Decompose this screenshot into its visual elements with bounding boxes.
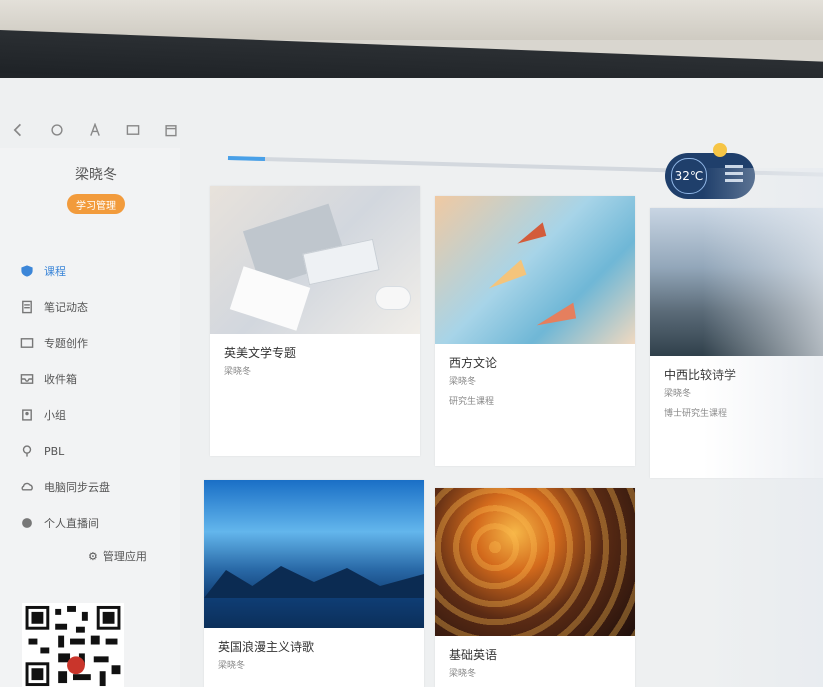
course-card[interactable]: 中西比较诗学 梁晓冬 博士研究生课程 bbox=[650, 208, 823, 478]
pin-icon bbox=[20, 444, 34, 458]
course-title: 基础英语 bbox=[449, 648, 498, 662]
sidebar: 梁晓冬 学习管理 课程 笔记动态 专题创作 收件箱 小组 PBL 电脑同步云盘 … bbox=[0, 148, 180, 687]
live-icon bbox=[20, 516, 34, 530]
course-author: 梁晓冬 bbox=[218, 661, 246, 671]
sidebar-item-label: 课程 bbox=[44, 265, 66, 278]
sun-icon bbox=[713, 143, 727, 157]
sidebar-nav: 课程 笔记动态 专题创作 收件箱 小组 PBL 电脑同步云盘 个人直播间 bbox=[20, 253, 180, 541]
course-title: 西方文论 bbox=[449, 356, 498, 370]
user-name: 梁晓冬 bbox=[75, 167, 117, 183]
course-cover-image bbox=[435, 196, 635, 344]
course-author: 梁晓冬 bbox=[449, 377, 477, 387]
sidebar-item-groups[interactable]: 小组 bbox=[20, 397, 180, 433]
folder-icon bbox=[20, 336, 34, 350]
sidebar-item-label: 专题创作 bbox=[44, 337, 88, 350]
course-author: 梁晓冬 bbox=[664, 389, 692, 399]
sidebar-item-live[interactable]: 个人直播间 bbox=[20, 505, 180, 541]
course-subtitle: 博士研究生课程 bbox=[664, 409, 728, 419]
font-icon[interactable] bbox=[86, 121, 104, 139]
qr-code bbox=[22, 603, 124, 687]
role-badge[interactable]: 学习管理 bbox=[67, 194, 125, 214]
course-title: 英国浪漫主义诗歌 bbox=[218, 640, 315, 654]
manage-apps-label: 管理应用 bbox=[102, 550, 147, 563]
course-cover-image bbox=[435, 488, 635, 636]
progress-fill bbox=[227, 156, 265, 162]
sidebar-item-topics[interactable]: 专题创作 bbox=[20, 325, 180, 361]
course-title: 英美文学专题 bbox=[224, 346, 297, 360]
back-icon[interactable] bbox=[10, 121, 28, 139]
refresh-icon[interactable] bbox=[48, 121, 66, 139]
manage-apps-button[interactable]: ⚙ 管理应用 bbox=[88, 548, 147, 564]
course-card[interactable]: 基础英语 梁晓冬 bbox=[435, 488, 635, 687]
course-title: 中西比较诗学 bbox=[664, 368, 737, 382]
sidebar-item-label: 个人直播间 bbox=[44, 517, 99, 530]
course-author: 梁晓冬 bbox=[224, 367, 252, 377]
top-toolbar bbox=[0, 110, 230, 150]
sidebar-item-label: 收件箱 bbox=[44, 373, 77, 386]
sidebar-item-label: 笔记动态 bbox=[44, 301, 88, 314]
calendar-icon[interactable] bbox=[162, 121, 180, 139]
sidebar-item-label: 小组 bbox=[44, 409, 66, 422]
course-card[interactable]: 英美文学专题 梁晓冬 bbox=[210, 186, 420, 456]
sidebar-item-inbox[interactable]: 收件箱 bbox=[20, 361, 180, 397]
sidebar-item-label: 电脑同步云盘 bbox=[44, 481, 110, 494]
course-card[interactable]: 英国浪漫主义诗歌 梁晓冬 bbox=[204, 480, 424, 687]
group-icon bbox=[20, 408, 34, 422]
gear-icon: ⚙ bbox=[88, 549, 98, 563]
course-card[interactable]: 西方文论 梁晓冬 研究生课程 bbox=[435, 196, 635, 466]
window-icon[interactable] bbox=[124, 121, 142, 139]
sidebar-item-cloud[interactable]: 电脑同步云盘 bbox=[20, 469, 180, 505]
sidebar-item-pbl[interactable]: PBL bbox=[20, 433, 180, 469]
sidebar-item-notes[interactable]: 笔记动态 bbox=[20, 289, 180, 325]
shield-icon bbox=[20, 264, 34, 278]
course-grid: 英美文学专题 梁晓冬 西方文论 梁晓冬 研究生课程 中西比较诗学 梁晓冬 博士研… bbox=[204, 182, 823, 687]
course-cover-image bbox=[204, 480, 424, 628]
sidebar-item-courses[interactable]: 课程 bbox=[20, 253, 180, 289]
course-cover-image bbox=[650, 208, 823, 356]
course-author: 梁晓冬 bbox=[449, 669, 477, 679]
app-screen: 梁晓冬 学习管理 课程 笔记动态 专题创作 收件箱 小组 PBL 电脑同步云盘 … bbox=[0, 78, 823, 687]
sidebar-item-label: PBL bbox=[44, 444, 65, 458]
course-subtitle: 研究生课程 bbox=[449, 397, 495, 407]
weather-details-icon bbox=[725, 165, 743, 182]
course-cover-image bbox=[210, 186, 420, 334]
cloud-icon bbox=[20, 480, 34, 494]
note-icon bbox=[20, 300, 34, 314]
inbox-icon bbox=[20, 372, 34, 386]
